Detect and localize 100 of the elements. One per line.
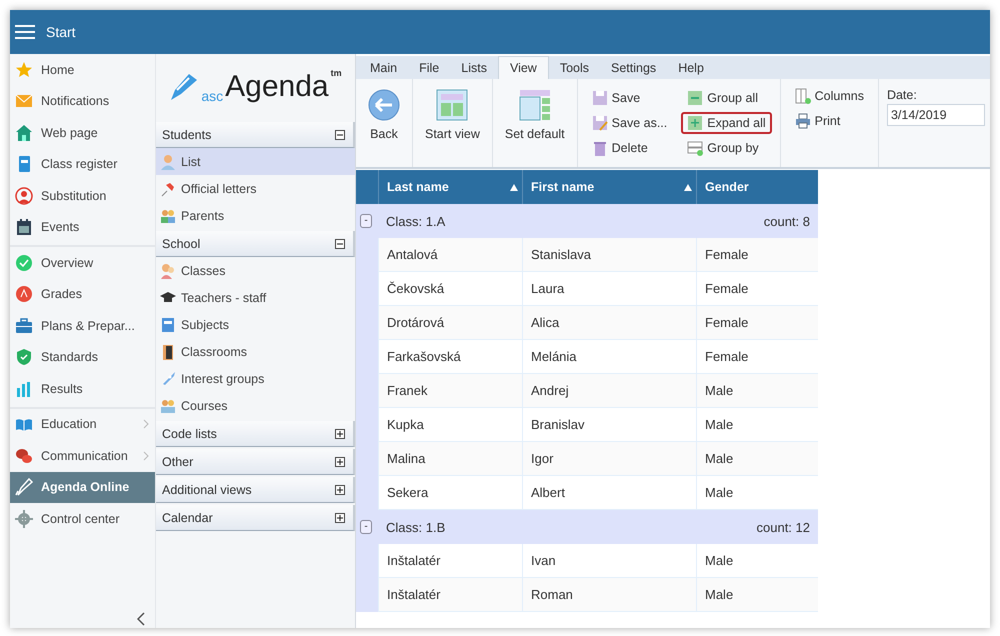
navigation-item[interactable]: Official letters xyxy=(156,175,355,202)
people-icon xyxy=(160,262,176,278)
expand-box-icon xyxy=(335,456,345,466)
trash-icon xyxy=(592,140,608,156)
ribbon-tab[interactable]: Help xyxy=(667,56,715,79)
collapse-toggle[interactable]: - xyxy=(360,214,372,228)
section-title: School xyxy=(162,236,200,250)
collapse-toggle[interactable]: - xyxy=(360,520,372,534)
table-cell: Ivan xyxy=(522,544,696,578)
trademark-text: tm xyxy=(330,68,342,78)
navigation-item[interactable]: List xyxy=(156,148,355,175)
ribbon-tab[interactable]: Settings xyxy=(600,56,668,79)
sidebar-item[interactable]: Agenda Online xyxy=(10,472,155,503)
section-title: Students xyxy=(162,128,212,142)
pencil-icon xyxy=(15,478,33,496)
sidebar-item[interactable]: Standards xyxy=(10,342,155,373)
notebook-icon xyxy=(160,316,176,332)
ribbon-button[interactable]: Back xyxy=(364,87,404,143)
section-header[interactable]: Calendar xyxy=(156,505,355,531)
navigation-item[interactable]: Classes xyxy=(156,257,355,284)
section-header[interactable]: Other xyxy=(156,449,355,475)
table-cell: Alica xyxy=(522,306,696,340)
navigation-item[interactable]: Interest groups xyxy=(156,365,355,392)
floppy-disk-pencil-icon xyxy=(592,115,608,131)
sidebar-item[interactable]: Plans & Prepar... xyxy=(10,310,155,342)
section-title: Additional views xyxy=(162,482,252,496)
table-cell: Male xyxy=(696,544,818,578)
ribbon-button[interactable]: Print xyxy=(788,110,870,132)
table-cell: Male xyxy=(696,374,818,408)
ribbon-button[interactable]: Group all xyxy=(681,87,772,109)
table-cell: Branislav xyxy=(522,408,696,442)
ribbon-button[interactable]: Save as... xyxy=(586,112,674,134)
menu-icon[interactable] xyxy=(14,23,36,41)
sidebar-item[interactable]: Events xyxy=(10,212,155,243)
chevron-right-icon xyxy=(143,450,149,461)
check-circle-icon xyxy=(15,254,33,272)
pencil-logo-icon xyxy=(169,72,200,102)
logo-text: Agenda xyxy=(225,70,329,104)
badge-icon xyxy=(15,285,33,304)
date-field[interactable]: 3/14/2019 xyxy=(886,104,985,126)
ribbon-tab[interactable]: Lists xyxy=(450,56,498,79)
section-header[interactable]: School xyxy=(156,231,355,257)
ribbon-button[interactable]: Group by xyxy=(681,137,772,159)
table-cell: Male xyxy=(696,578,818,612)
star-icon xyxy=(15,60,33,79)
sidebar-item[interactable]: Overview xyxy=(10,247,155,278)
table-cell: Melánia xyxy=(522,340,696,374)
table-cell: Antalová xyxy=(378,238,522,272)
sidebar-item[interactable]: Substitution xyxy=(10,180,155,212)
table-cell: Laura xyxy=(522,272,696,306)
navigation-item[interactable]: Parents xyxy=(156,202,355,229)
ribbon-tab[interactable]: View xyxy=(498,56,549,79)
sidebar-item[interactable]: Home xyxy=(10,54,155,86)
ribbon-tab[interactable]: File xyxy=(408,56,450,79)
person-icon xyxy=(160,154,176,170)
door-icon xyxy=(160,344,176,360)
section-title: Code lists xyxy=(162,426,217,440)
table-cell: Čekovská xyxy=(378,272,522,306)
ribbon-button[interactable]: Expand all xyxy=(681,112,772,134)
expand-box-icon xyxy=(335,428,345,438)
sidebar-item[interactable]: Education xyxy=(10,408,155,440)
ribbon-tab[interactable]: Main xyxy=(359,56,408,79)
sidebar-item[interactable]: Control center xyxy=(10,503,155,534)
briefcase-icon xyxy=(15,316,33,335)
group-label: Class: 1.A xyxy=(386,214,446,228)
navigation-item[interactable]: Courses xyxy=(156,392,355,419)
ribbon-button[interactable]: Delete xyxy=(586,137,674,159)
ribbon-button[interactable]: Save xyxy=(586,87,674,109)
ribbon-button[interactable]: Set default xyxy=(500,87,569,143)
chevron-right-icon xyxy=(143,419,149,430)
section-header[interactable]: Code lists xyxy=(156,421,355,447)
table-cell: Sekera xyxy=(378,476,522,510)
collapse-icon[interactable] xyxy=(137,612,145,626)
sidebar-item[interactable]: Class register xyxy=(10,148,155,180)
section-header[interactable]: Additional views xyxy=(156,477,355,503)
sidebar-item[interactable]: Results xyxy=(10,373,155,404)
sidebar-item[interactable]: Communication xyxy=(10,440,155,472)
sidebar-item[interactable]: Web page xyxy=(10,117,155,148)
table-cell: Inštalatér xyxy=(378,578,522,612)
sidebar-item[interactable]: Notifications xyxy=(10,86,155,117)
ribbon-tab[interactable]: Tools xyxy=(548,56,600,79)
table-cell: Franek xyxy=(378,374,522,408)
printer-icon xyxy=(794,113,811,129)
ribbon-button[interactable]: Columns xyxy=(788,85,870,107)
group-count: count: 8 xyxy=(764,214,811,228)
table-cell: Female xyxy=(696,340,818,374)
sidebar-item[interactable]: Grades xyxy=(10,278,155,310)
calendar-icon xyxy=(15,218,33,236)
navigation-item[interactable]: Classrooms xyxy=(156,338,355,365)
layout-icon xyxy=(518,89,551,121)
section-header[interactable]: Students xyxy=(156,122,355,148)
columns-icon xyxy=(794,88,811,104)
section-title: Other xyxy=(162,454,194,468)
ribbon-button[interactable]: Start view xyxy=(421,87,484,143)
table-cell: Farkašovská xyxy=(378,340,522,374)
navigation-item[interactable]: Teachers - staff xyxy=(156,284,355,311)
table-cell: Male xyxy=(696,408,818,442)
table-cell: Kupka xyxy=(378,408,522,442)
navigation-item[interactable]: Subjects xyxy=(156,311,355,338)
expand-box-icon xyxy=(335,484,345,494)
